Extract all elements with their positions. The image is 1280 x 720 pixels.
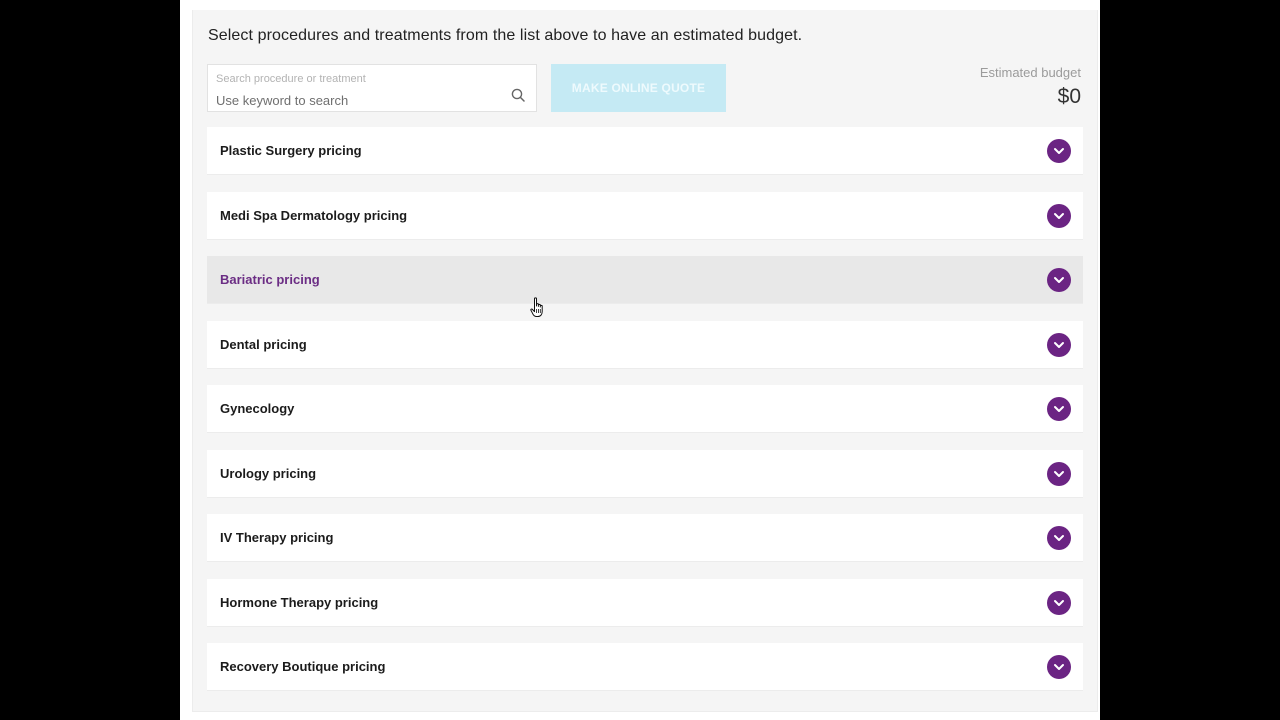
accordion-plastic-surgery[interactable]: Plastic Surgery pricing <box>207 127 1083 175</box>
budget-calculator: Select procedures and treatments from th… <box>192 10 1098 712</box>
make-online-quote-button[interactable]: MAKE ONLINE QUOTE <box>551 64 726 112</box>
page-panel: Select procedures and treatments from th… <box>180 0 1100 720</box>
chevron-down-icon[interactable] <box>1047 139 1071 163</box>
accordion-label: Plastic Surgery pricing <box>220 143 362 158</box>
hand-pointer-cursor-icon <box>530 297 543 317</box>
accordion-bariatric[interactable]: Bariatric pricing <box>207 256 1083 304</box>
accordion-label: Dental pricing <box>220 337 307 352</box>
chevron-down-icon[interactable] <box>1047 268 1071 292</box>
chevron-down-icon[interactable] <box>1047 655 1071 679</box>
chevron-down-icon[interactable] <box>1047 591 1071 615</box>
screen: Select procedures and treatments from th… <box>0 0 1280 720</box>
search-input[interactable] <box>216 91 496 109</box>
accordion-label: IV Therapy pricing <box>220 530 334 545</box>
chevron-down-icon[interactable] <box>1047 462 1071 486</box>
accordion-dental[interactable]: Dental pricing <box>207 321 1083 369</box>
estimated-budget-value: $0 <box>1057 85 1081 108</box>
chevron-down-icon[interactable] <box>1047 397 1071 421</box>
accordion-label: Medi Spa Dermatology pricing <box>220 208 408 223</box>
estimated-budget-label: Estimated budget <box>979 65 1081 80</box>
accordion-iv-therapy[interactable]: IV Therapy pricing <box>207 514 1083 562</box>
accordion-recovery-boutique[interactable]: Recovery Boutique pricing <box>207 643 1083 691</box>
search-box[interactable]: Search procedure or treatment <box>207 64 537 112</box>
intro-text: Select procedures and treatments from th… <box>208 27 803 44</box>
accordion-hormone-therapy[interactable]: Hormone Therapy pricing <box>207 579 1083 627</box>
search-icon[interactable] <box>511 88 525 102</box>
accordion-label: Bariatric pricing <box>220 272 320 287</box>
accordion-label: Gynecology <box>220 401 295 416</box>
chevron-down-icon[interactable] <box>1047 526 1071 550</box>
accordion-label: Urology pricing <box>220 466 317 481</box>
search-label: Search procedure or treatment <box>216 73 366 85</box>
accordion-label: Hormone Therapy pricing <box>220 595 379 610</box>
chevron-down-icon[interactable] <box>1047 204 1071 228</box>
accordion-medi-spa-dermatology[interactable]: Medi Spa Dermatology pricing <box>207 192 1083 240</box>
accordion-gynecology[interactable]: Gynecology <box>207 385 1083 433</box>
chevron-down-icon[interactable] <box>1047 333 1071 357</box>
accordion-label: Recovery Boutique pricing <box>220 659 386 674</box>
accordion-urology[interactable]: Urology pricing <box>207 450 1083 498</box>
